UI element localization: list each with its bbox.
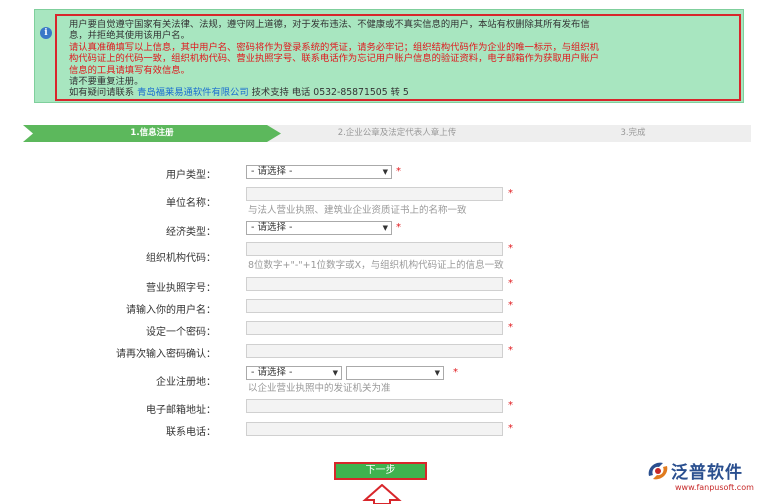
contact-prefix: 如有疑问请联系 bbox=[69, 87, 135, 99]
region-label: 企业注册地： bbox=[156, 377, 216, 388]
contact-suffix: 技术支持 电话 0532-85871505 转 5 bbox=[251, 87, 409, 99]
next-button[interactable]: 下一步 bbox=[334, 462, 427, 480]
step-3: 3.完成 bbox=[515, 125, 751, 142]
org-code-input[interactable] bbox=[246, 242, 503, 256]
info-icon: i bbox=[40, 27, 52, 39]
chevron-down-icon: ▼ bbox=[434, 369, 440, 377]
notice-contact: 如有疑问请联系 青岛福莱易通软件有限公司 技术支持 电话 0532-858715… bbox=[69, 87, 731, 98]
city-select[interactable]: ▼ bbox=[346, 366, 444, 380]
required-mark: * bbox=[508, 322, 513, 333]
notice-line: 信息的工具请填写有效信息。 bbox=[69, 64, 190, 76]
user-type-select[interactable]: - 请选择 - ▼ bbox=[246, 165, 392, 179]
logo-url: www.fanpusoft.com bbox=[675, 483, 754, 492]
email-label: 电子邮箱地址： bbox=[146, 405, 216, 416]
notice-panel: i 用户要自觉遵守国家有关法律、法规，遵守网上道德，对于发布违法、不健康或不真实… bbox=[34, 9, 744, 103]
phone-label: 联系电话： bbox=[166, 427, 216, 438]
username-label: 请输入你的用户名： bbox=[126, 305, 216, 316]
econ-type-select[interactable]: - 请选择 - ▼ bbox=[246, 221, 392, 235]
logo: 泛普软件 www.fanpusoft.com bbox=[645, 458, 770, 498]
org-name-label: 单位名称： bbox=[166, 198, 216, 209]
password-input[interactable] bbox=[246, 321, 503, 335]
required-mark: * bbox=[508, 188, 513, 199]
org-code-label: 组织机构代码： bbox=[146, 253, 216, 264]
notice-line: 请不要重复注册。 bbox=[69, 76, 144, 88]
org-name-hint: 与法人营业执照、建筑业企业资质证书上的名称一致 bbox=[248, 205, 467, 216]
org-code-hint: 8位数字+"-"+1位数字或X，与组织机构代码证上的信息一致 bbox=[248, 260, 504, 271]
province-select[interactable]: - 请选择 - ▼ bbox=[246, 366, 342, 380]
required-mark: * bbox=[508, 243, 513, 254]
chevron-down-icon: ▼ bbox=[332, 369, 338, 377]
step-2: 2.企业公章及法定代表人章上传 bbox=[263, 125, 531, 142]
logo-icon bbox=[648, 462, 668, 480]
logo-name: 泛普软件 bbox=[671, 463, 743, 483]
user-type-label: 用户类型： bbox=[166, 170, 216, 181]
progress-steps: 2.企业公章及法定代表人章上传 3.完成 1.信息注册 bbox=[23, 125, 751, 142]
email-input[interactable] bbox=[246, 399, 503, 413]
required-mark: * bbox=[396, 222, 401, 233]
phone-input[interactable] bbox=[246, 422, 503, 436]
step-1: 1.信息注册 bbox=[23, 125, 281, 142]
chevron-down-icon: ▼ bbox=[382, 224, 388, 232]
notice-line: 息，并拒绝其使用该用户名。 bbox=[69, 30, 190, 42]
company-link[interactable]: 青岛福莱易通软件有限公司 bbox=[137, 87, 249, 98]
region-hint: 以企业营业执照中的发证机关为准 bbox=[248, 383, 391, 394]
org-name-input[interactable] bbox=[246, 187, 503, 201]
password-confirm-input[interactable] bbox=[246, 344, 503, 358]
license-label: 营业执照字号： bbox=[146, 283, 216, 294]
required-mark: * bbox=[453, 367, 458, 378]
username-input[interactable] bbox=[246, 299, 503, 313]
password-label: 设定一个密码： bbox=[146, 327, 216, 338]
license-input[interactable] bbox=[246, 277, 503, 291]
required-mark: * bbox=[508, 278, 513, 289]
econ-type-label: 经济类型： bbox=[166, 227, 216, 238]
required-mark: * bbox=[396, 166, 401, 177]
notice-box: 用户要自觉遵守国家有关法律、法规，遵守网上道德，对于发布违法、不健康或不真实信息… bbox=[55, 14, 741, 101]
econ-type-value: - 请选择 - bbox=[251, 222, 293, 233]
required-mark: * bbox=[508, 400, 513, 411]
chevron-down-icon: ▼ bbox=[382, 168, 388, 176]
required-mark: * bbox=[508, 300, 513, 311]
notice-line: 构代码证上的代码一致，组织机构代码、营业执照字号、联系电话作为忘记用户账户信息的… bbox=[69, 53, 599, 65]
arrow-up-icon bbox=[362, 484, 402, 504]
required-mark: * bbox=[508, 423, 513, 434]
notice-line: 请认真准确填写以上信息，其中用户名、密码将作为登录系统的凭证，请务必牢记；组织结… bbox=[69, 41, 599, 53]
required-mark: * bbox=[508, 345, 513, 356]
province-value: - 请选择 - bbox=[251, 367, 293, 378]
password-confirm-label: 请再次输入密码确认： bbox=[116, 349, 216, 360]
user-type-value: - 请选择 - bbox=[251, 166, 293, 177]
notice-line: 用户要自觉遵守国家有关法律、法规，遵守网上道德，对于发布违法、不健康或不真实信息… bbox=[69, 19, 590, 30]
